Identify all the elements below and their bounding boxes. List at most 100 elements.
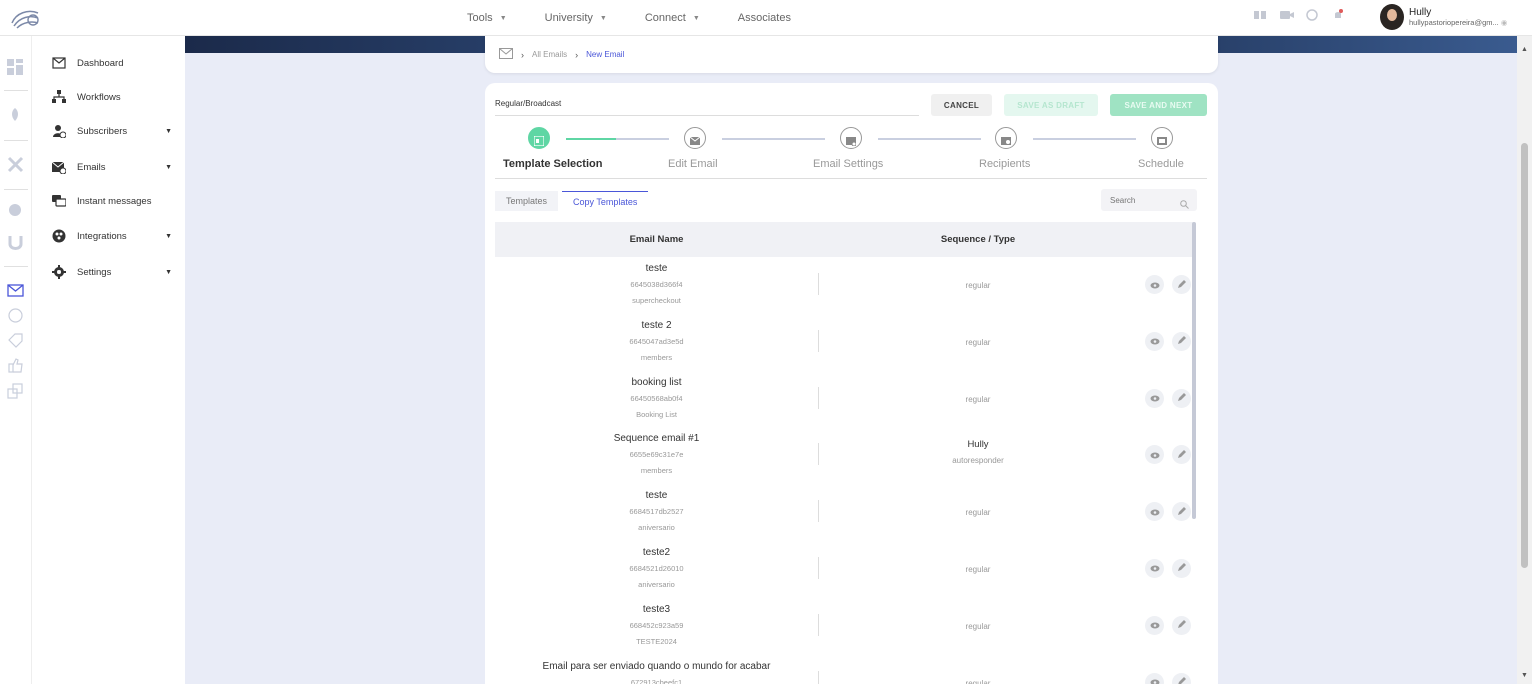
search-icon[interactable] xyxy=(1180,196,1189,209)
row-email-tag: members xyxy=(640,466,673,476)
edit-button[interactable] xyxy=(1172,388,1191,408)
tab-copy-templates[interactable]: Copy Templates xyxy=(562,191,649,211)
logo-icon[interactable] xyxy=(8,5,42,31)
scrollbar-thumb[interactable] xyxy=(1521,143,1528,568)
topnav-associates[interactable]: Associates xyxy=(738,12,791,24)
view-button[interactable] xyxy=(1145,502,1164,522)
view-button[interactable] xyxy=(1145,275,1164,294)
tag-icon[interactable] xyxy=(7,332,24,349)
table-row[interactable]: teste 6645038d366f4 supercheckout regula… xyxy=(495,257,1193,314)
row-email-tag: Booking List xyxy=(636,409,677,419)
edit-button[interactable] xyxy=(1172,275,1191,294)
table-row[interactable]: Email para ser enviado quando o mundo fo… xyxy=(495,655,1193,684)
edit-button[interactable] xyxy=(1172,502,1191,522)
step-template-selection[interactable] xyxy=(528,127,550,149)
step-recipients[interactable] xyxy=(995,127,1017,149)
edit-button[interactable] xyxy=(1172,615,1191,635)
step-edit-email[interactable] xyxy=(684,127,706,149)
topnav-university[interactable]: University ▼ xyxy=(545,12,607,24)
row-type: regular xyxy=(965,508,991,518)
row-email-name: teste xyxy=(645,263,668,274)
topnav-tools[interactable]: Tools ▼ xyxy=(467,12,507,24)
row-email-name: teste2 xyxy=(642,546,671,558)
tab-templates[interactable]: Templates xyxy=(495,191,559,211)
table-row[interactable]: teste 2 6645047ad3e5d members regular xyxy=(495,314,1193,371)
divider xyxy=(4,189,28,190)
search-circle-icon[interactable] xyxy=(7,202,24,219)
envelope-icon xyxy=(52,56,66,70)
sidebar-item-emails[interactable]: Emails ▼ xyxy=(51,160,172,175)
row-email-id: 672913cbeefc1 xyxy=(630,677,683,684)
breadcrumb-card: › All Emails › New Email xyxy=(485,36,1218,73)
row-type: regular xyxy=(965,564,991,574)
step-label-template-selection: Template Selection xyxy=(503,158,603,170)
table-row[interactable]: Sequence email #1 6655e69c31e7e members … xyxy=(495,427,1193,484)
row-type: regular xyxy=(965,394,991,404)
magnet-icon[interactable] xyxy=(7,234,24,251)
eye-icon: ◉ xyxy=(1500,18,1508,27)
step-schedule[interactable] xyxy=(1151,127,1173,149)
edit-button[interactable] xyxy=(1172,558,1191,578)
table-row[interactable]: booking list 66450568ab0f4 Booking List … xyxy=(495,371,1193,428)
bell-icon[interactable] xyxy=(1331,8,1345,22)
edit-button[interactable] xyxy=(1172,672,1191,684)
save-and-next-button[interactable]: SAVE AND NEXT xyxy=(1110,94,1207,116)
chat-outline-icon[interactable] xyxy=(7,307,24,324)
view-button[interactable] xyxy=(1145,558,1164,578)
user-menu[interactable]: Hully hullypastoriopereira@gm... ◉ xyxy=(1380,4,1507,30)
users-icon xyxy=(52,124,67,139)
rocket-icon[interactable] xyxy=(7,107,24,124)
view-button[interactable] xyxy=(1145,615,1164,635)
table-row[interactable]: teste3 668452c923a59 TESTE2024 regular xyxy=(495,598,1193,655)
gear-icon xyxy=(52,265,66,279)
header-sequence-type[interactable]: Sequence / Type xyxy=(818,234,1138,245)
row-email-name: teste 2 xyxy=(641,319,672,331)
row-email-id: 6655e69c31e7e xyxy=(629,450,684,460)
eye-icon xyxy=(1150,616,1160,634)
sidebar-item-workflows[interactable]: Workflows xyxy=(52,90,172,104)
edit-button[interactable] xyxy=(1172,331,1191,351)
save-as-draft-button[interactable]: SAVE AS DRAFT xyxy=(1004,94,1098,116)
page-scrollbar[interactable]: ▲ ▼ xyxy=(1517,36,1532,684)
view-button[interactable] xyxy=(1145,672,1164,684)
sidebar-item-integrations[interactable]: Integrations ▼ xyxy=(52,229,172,243)
sidebar-item-instant-messages[interactable]: Instant messages xyxy=(52,194,172,208)
support-icon[interactable] xyxy=(1305,8,1319,22)
schedule-icon xyxy=(1157,133,1167,145)
breadcrumb: › All Emails › New Email xyxy=(499,48,624,61)
row-email-name: Sequence email #1 xyxy=(613,433,700,445)
envelope-icon[interactable] xyxy=(7,282,24,299)
edit-button[interactable] xyxy=(1172,445,1191,465)
header-email-name[interactable]: Email Name xyxy=(495,234,818,245)
dashboard-grid-icon[interactable] xyxy=(7,59,24,76)
row-sequence-name: Hully xyxy=(967,439,989,451)
view-button[interactable] xyxy=(1145,388,1164,408)
tools-icon[interactable] xyxy=(7,156,24,173)
pencil-icon xyxy=(1177,673,1186,684)
pages-icon[interactable] xyxy=(7,383,24,400)
scroll-up-icon[interactable]: ▲ xyxy=(1521,46,1528,53)
envelope-icon[interactable] xyxy=(499,48,513,61)
cancel-button[interactable]: CANCEL xyxy=(931,94,992,116)
scroll-down-icon[interactable]: ▼ xyxy=(1521,672,1528,679)
top-bar: Tools ▼ University ▼ Connect ▼ Associates H… xyxy=(0,0,1532,36)
table-row[interactable]: teste 6684517db2527 aniversario regular xyxy=(495,484,1193,541)
step-email-settings[interactable] xyxy=(840,127,862,149)
view-button[interactable] xyxy=(1145,331,1164,351)
sidebar: Dashboard Workflows Subscribers ▼ Emails… xyxy=(32,36,185,684)
sidebar-item-settings[interactable]: Settings ▼ xyxy=(52,265,172,279)
video-icon[interactable] xyxy=(1279,8,1294,22)
view-button[interactable] xyxy=(1145,445,1164,465)
sidebar-item-subscribers[interactable]: Subscribers ▼ xyxy=(52,124,172,139)
eye-icon xyxy=(1150,389,1160,407)
breadcrumb-all-emails[interactable]: All Emails xyxy=(532,50,567,59)
book-icon[interactable] xyxy=(1253,8,1267,22)
sidebar-item-dashboard[interactable]: Dashboard xyxy=(52,56,172,70)
table-row[interactable]: teste2 6684521d26010 aniversario regular xyxy=(495,541,1193,598)
top-nav: Tools ▼ University ▼ Connect ▼ Associates xyxy=(467,0,829,36)
chevron-right-icon: › xyxy=(521,49,524,60)
avatar xyxy=(1380,4,1404,30)
thumbs-up-icon[interactable] xyxy=(7,357,24,374)
topnav-connect[interactable]: Connect ▼ xyxy=(645,12,700,24)
step-label-schedule: Schedule xyxy=(1138,158,1184,170)
